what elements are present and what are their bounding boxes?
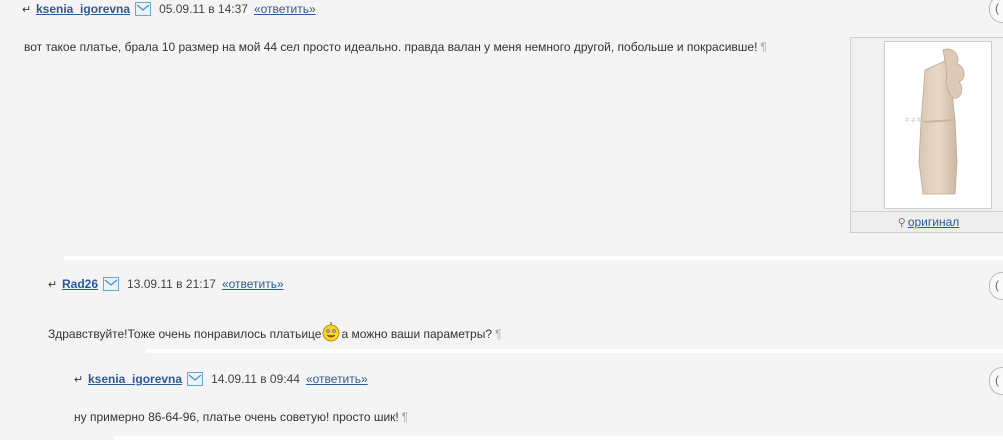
comment-body: ну примерно 86-64-96, платье очень совет…: [74, 410, 399, 424]
mail-icon[interactable]: [103, 277, 120, 291]
reply-link[interactable]: «ответить»: [306, 372, 368, 386]
separator: [64, 256, 1003, 260]
original-bar: ⚲ оригинал: [851, 211, 1003, 232]
svg-text:#·ǝ #·: #·ǝ #·: [905, 117, 923, 124]
reply-arrow-icon: ↵: [22, 3, 32, 16]
comment-header: ↵ ksenia_igorevna 05.09.11 в 14:37 «отве…: [22, 0, 316, 18]
pilcrow-mark: ¶: [495, 327, 502, 341]
username-link[interactable]: Rad26: [62, 277, 98, 291]
comment-body-end: а можно ваши параметры?: [341, 327, 492, 341]
magnifier-icon: ⚲: [897, 217, 906, 229]
mail-icon[interactable]: [187, 372, 204, 386]
collapse-button[interactable]: (: [989, 0, 1003, 23]
comment-header: ↵ ksenia_igorevna 14.09.11 в 09:44 «отве…: [74, 370, 368, 388]
attached-image-box: #·ǝ #· ⚲ оригинал: [850, 37, 1003, 233]
comment-date: 14.09.11 в 09:44: [211, 372, 300, 386]
comment-date: 05.09.11 в 14:37: [159, 2, 248, 16]
comment-text: вот такое платье, брала 10 размер на мой…: [24, 40, 767, 54]
pilcrow-mark: ¶: [760, 40, 767, 54]
dress-image[interactable]: #·ǝ #·: [884, 41, 992, 209]
separator: [146, 349, 1003, 353]
comment-body: вот такое платье, брала 10 размер на мой…: [24, 40, 758, 54]
comment-body-start: Здравствуйте!Тоже очень понравилось плат…: [48, 327, 322, 341]
collapse-button[interactable]: (: [989, 367, 1003, 395]
smiley-icon: [321, 322, 341, 342]
comment-text: ну примерно 86-64-96, платье очень совет…: [74, 410, 408, 424]
comment-text: Здравствуйте!Тоже очень понравилось плат…: [48, 322, 501, 342]
comment-date: 13.09.11 в 21:17: [127, 277, 216, 291]
comment-header: ↵ Rad26 13.09.11 в 21:17 «ответить»: [48, 275, 284, 293]
reply-arrow-icon: ↵: [48, 278, 58, 291]
separator: [114, 436, 1003, 440]
collapse-button[interactable]: (: [989, 272, 1003, 300]
reply-arrow-icon: ↵: [74, 373, 84, 386]
reply-link[interactable]: «ответить»: [254, 2, 316, 16]
mail-icon[interactable]: [135, 2, 152, 16]
username-link[interactable]: ksenia_igorevna: [88, 372, 182, 386]
username-link[interactable]: ksenia_igorevna: [36, 2, 130, 16]
pilcrow-mark: ¶: [401, 410, 409, 424]
original-link[interactable]: оригинал: [908, 215, 959, 229]
reply-link[interactable]: «ответить»: [222, 277, 284, 291]
